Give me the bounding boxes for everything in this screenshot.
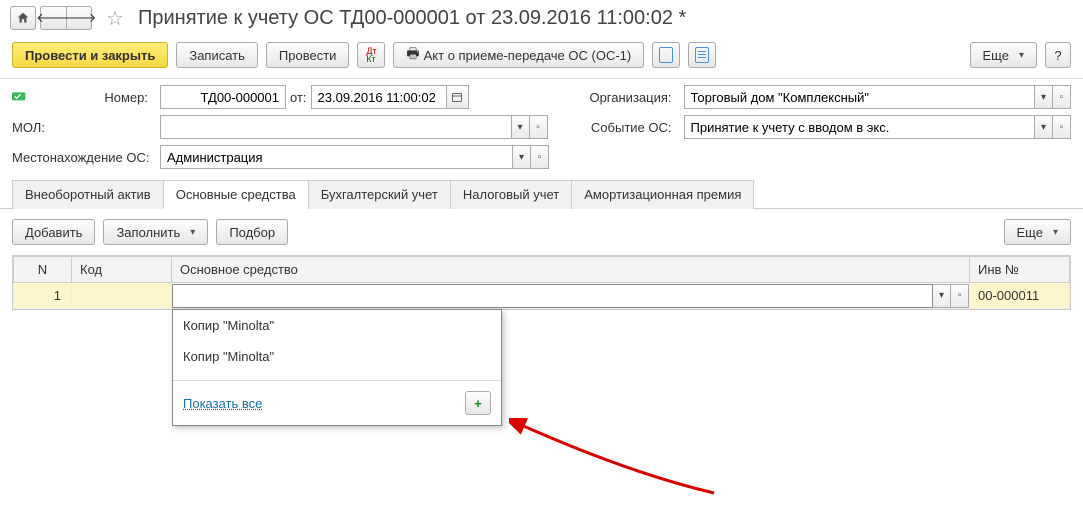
col-n-header[interactable]: N [14,257,72,283]
help-button[interactable]: ? [1045,42,1071,68]
tabs: Внеоборотный актив Основные средства Бух… [0,179,1083,209]
assets-table: N Код Основное средство Инв № 1 ▾ ▫ Копи… [13,256,1070,309]
grid-more-button[interactable]: Еще [1004,219,1071,245]
col-code-header[interactable]: Код [72,257,172,283]
cell-inv-number: 00-000011 [970,283,1070,309]
location-open-button[interactable]: ▫ [531,145,549,169]
show-all-link[interactable]: Показать все [183,396,262,411]
more-button[interactable]: Еще [970,42,1037,68]
org-dropdown-button[interactable]: ▾ [1035,85,1053,109]
page-title: Принятие к учету ОС ТД00-000001 от 23.09… [138,7,686,30]
mol-open-button[interactable]: ▫ [530,115,548,139]
number-input[interactable] [160,85,286,109]
plus-icon: + [474,396,482,411]
org-input[interactable] [684,85,1036,109]
date-input[interactable] [311,85,447,109]
col-os-header[interactable]: Основное средство [172,257,970,283]
table-row[interactable]: 1 ▾ ▫ Копир "Minolta" Копир "Minolta" По… [14,283,1070,309]
os-dropdown-button[interactable]: ▾ [933,284,951,308]
print-act-button[interactable]: 🖶 Акт о приеме-передаче ОС (ОС-1) [393,42,644,68]
annotation-arrow [509,418,719,498]
calendar-icon [451,91,463,103]
post-and-close-button[interactable]: Провести и закрыть [12,42,168,68]
printer-icon: 🖶 [406,43,419,67]
mol-input[interactable] [160,115,512,139]
mol-label: МОЛ: [12,120,152,135]
location-dropdown-button[interactable]: ▾ [513,145,531,169]
doc-lines-icon [695,47,709,63]
status-flag-icon [12,90,28,104]
related-docs-button[interactable] [652,42,680,68]
dropdown-item[interactable]: Копир "Minolta" [173,310,501,341]
report-button[interactable] [688,42,716,68]
mol-dropdown-button[interactable]: ▾ [512,115,530,139]
debit-credit-button[interactable]: ДтКт [357,42,385,68]
act-label: Акт о приеме-передаче ОС (ОС-1) [424,48,632,63]
cell-code[interactable] [72,283,172,309]
event-label: Событие ОС: [556,120,676,135]
os-input[interactable] [172,284,933,308]
cell-fixed-asset[interactable]: ▾ ▫ Копир "Minolta" Копир "Minolta" Пока… [172,283,970,309]
event-dropdown-button[interactable]: ▾ [1035,115,1053,139]
add-row-button[interactable]: Добавить [12,219,95,245]
save-button[interactable]: Записать [176,42,258,68]
os-open-button[interactable]: ▫ [951,284,969,308]
fill-button[interactable]: Заполнить [103,219,208,245]
number-label: Номер: [34,90,152,105]
col-inv-header[interactable]: Инв № [970,257,1070,283]
dk-icon: ДтКт [366,47,376,63]
tab-bonus-depreciation[interactable]: Амортизационная премия [571,180,754,209]
event-input[interactable] [684,115,1036,139]
favorite-star-icon[interactable]: ☆ [102,6,128,30]
add-new-button[interactable]: + [465,391,491,415]
from-label: от: [286,90,311,105]
os-dropdown-list: Копир "Minolta" Копир "Minolta" Показать… [172,309,502,426]
event-open-button[interactable]: ▫ [1053,115,1071,139]
location-input[interactable] [160,145,513,169]
doc-icon [659,47,673,63]
forward-button[interactable]: 🡒 [66,6,92,30]
org-label: Организация: [556,90,676,105]
tab-tax-accounting[interactable]: Налоговый учет [450,180,572,209]
location-label: Местонахождение ОС: [12,150,152,165]
org-open-button[interactable]: ▫ [1053,85,1071,109]
post-button[interactable]: Провести [266,42,350,68]
pick-button[interactable]: Подбор [216,219,288,245]
cell-row-number: 1 [14,283,72,309]
home-button[interactable] [10,6,36,30]
tab-accounting[interactable]: Бухгалтерский учет [308,180,451,209]
tab-fixed-assets[interactable]: Основные средства [163,180,309,209]
calendar-button[interactable] [447,85,469,109]
tab-nonturnover-asset[interactable]: Внеоборотный актив [12,180,164,209]
dropdown-item[interactable]: Копир "Minolta" [173,341,501,372]
